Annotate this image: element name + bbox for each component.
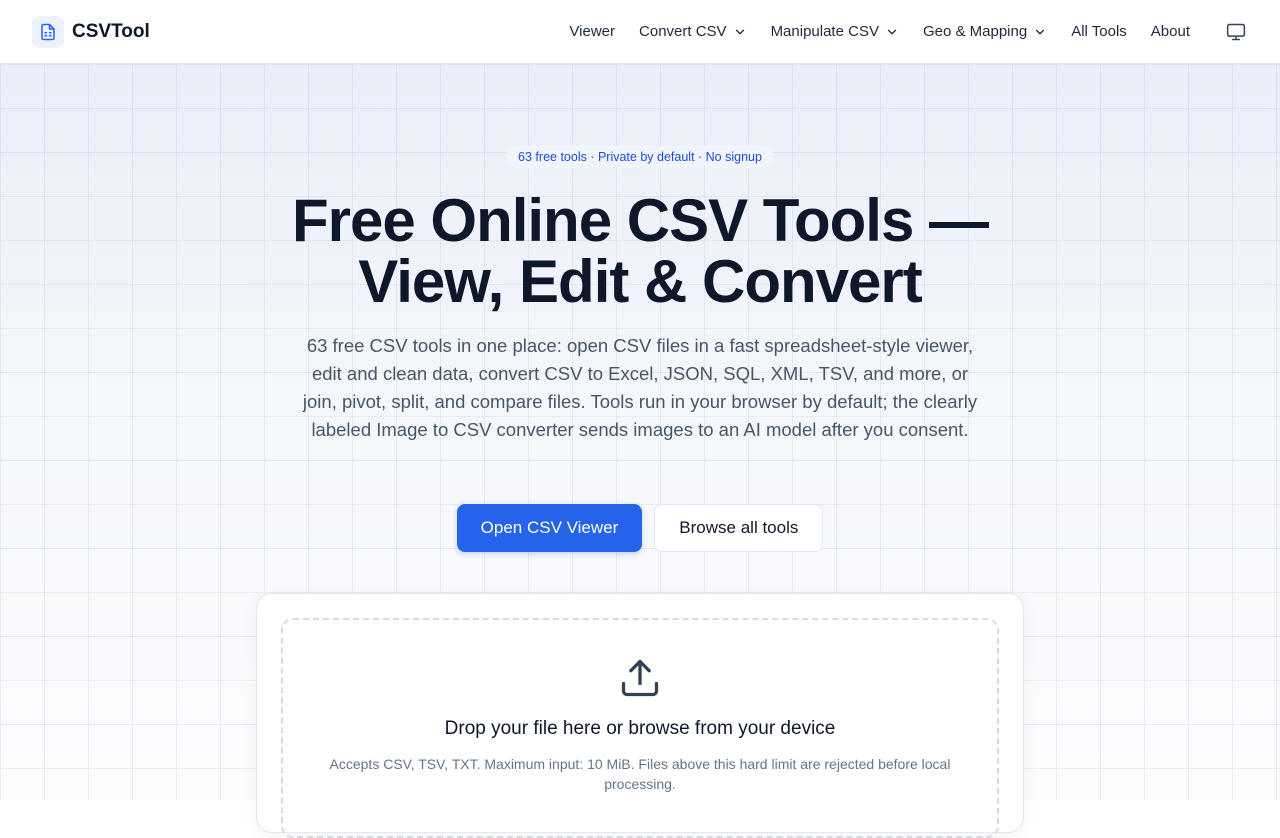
chevron-down-icon xyxy=(887,29,897,34)
chevron-down-icon xyxy=(1036,29,1045,34)
upload-card: Drop your file here or browse from your … xyxy=(256,593,1024,838)
theme-toggle-button[interactable] xyxy=(1224,20,1248,44)
file-dropzone[interactable]: Drop your file here or browse from your … xyxy=(281,618,999,838)
brand-name: CSVTool xyxy=(72,20,150,42)
nav-convert-csv[interactable]: Convert CSV xyxy=(639,23,747,40)
nav-convert-csv-label: Convert CSV xyxy=(639,23,727,40)
upload-icon xyxy=(621,659,659,697)
nav-geo-mapping-label: Geo & Mapping xyxy=(922,23,1028,40)
nav-geo-mapping[interactable]: Geo & Mapping xyxy=(923,23,1047,40)
dropzone-help-text: Accepts CSV, TSV, TXT. Maximum input: 10… xyxy=(329,756,951,792)
hero-section: 63 free tools · Private by default · No … xyxy=(0,64,1280,838)
file-spreadsheet-icon xyxy=(32,15,64,48)
nav-viewer-label: Viewer xyxy=(569,23,616,40)
hero-description: 63 free CSV tools in one place: open CSV… xyxy=(302,335,978,440)
open-csv-viewer-button[interactable]: Open CSV Viewer xyxy=(456,504,643,552)
nav-all-tools-label: All Tools xyxy=(1071,23,1127,40)
brand-link[interactable]: CSVTool xyxy=(32,15,150,48)
top-navigation-bar: CSVTool Viewer Convert CSV Manipulate CS… xyxy=(0,0,1280,64)
nav-viewer[interactable]: Viewer xyxy=(569,23,615,40)
browse-all-tools-button[interactable]: Browse all tools xyxy=(654,504,824,552)
nav-about-label: About xyxy=(1150,23,1190,40)
page-title-line-2: View, Edit & Convert xyxy=(358,248,922,315)
hero-actions: Open CSV Viewer Browse all tools xyxy=(0,504,1280,552)
hero-badge: 63 free tools · Private by default · No … xyxy=(506,146,774,168)
nav-manipulate-csv-label: Manipulate CSV xyxy=(770,23,879,40)
nav-about[interactable]: About xyxy=(1151,23,1190,40)
dropzone-title: Drop your file here or browse from your … xyxy=(444,718,836,739)
nav-manipulate-csv[interactable]: Manipulate CSV xyxy=(771,23,899,40)
page-title: Free Online CSV Tools — View, Edit & Con… xyxy=(240,190,1040,312)
nav-all-tools[interactable]: All Tools xyxy=(1071,23,1127,40)
page-title-line-1: Free Online CSV Tools — xyxy=(291,187,989,254)
main-nav: Viewer Convert CSV Manipulate CSV Geo & … xyxy=(569,23,1190,40)
chevron-down-icon xyxy=(735,29,744,34)
monitor-icon xyxy=(1226,23,1246,40)
